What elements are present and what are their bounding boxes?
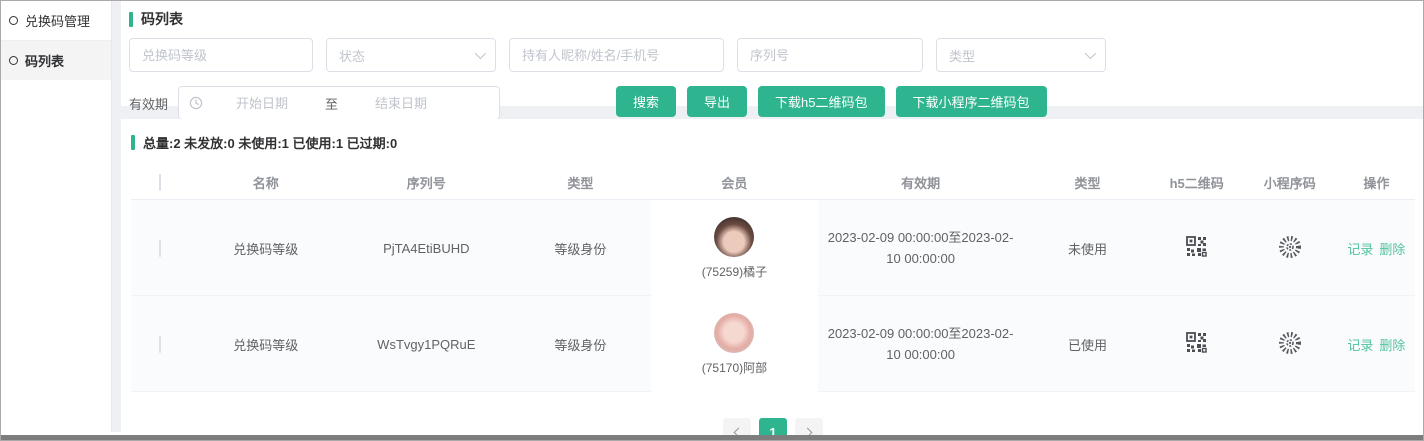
col-header-status: 类型 (1023, 173, 1151, 192)
cell-type: 等级身份 (510, 239, 651, 258)
clock-icon (189, 96, 203, 110)
radio-circle-icon (9, 56, 18, 65)
table-header-row: 名称 序列号 类型 会员 有效期 类型 h5二维码 小程序码 操作 (131, 166, 1415, 200)
col-header-validity: 有效期 (818, 173, 1023, 192)
col-header-actions: 操作 (1338, 173, 1415, 192)
table-card: 总量:2 未发放:0 未使用:1 已使用:1 已过期:0 名称 序列号 类型 会… (121, 119, 1424, 427)
date-range-picker[interactable]: 至 (178, 86, 500, 120)
type-select-placeholder: 类型 (949, 46, 975, 65)
member-avatar (714, 217, 754, 257)
cell-serial: WsTvgy1PQRuE (343, 337, 510, 352)
cell-member: (75170)阿部 (651, 296, 818, 392)
action-buttons: 搜索 导出 下载h5二维码包 下载小程序二维码包 (616, 86, 1047, 117)
validity-label: 有效期 (129, 94, 168, 113)
sidebar-item-code-list[interactable]: 码列表 (1, 41, 111, 80)
summary-accent-bar (131, 135, 135, 150)
cell-validity: 2023-02-09 00:00:00至2023-02-10 00:00:00 (825, 323, 1017, 366)
sidebar: 兑换码管理 码列表 (1, 1, 112, 432)
codes-table: 名称 序列号 类型 会员 有效期 类型 h5二维码 小程序码 操作 兑换码等级 … (131, 166, 1415, 392)
cell-name: 兑换码等级 (189, 239, 343, 258)
delete-link[interactable]: 删除 (1379, 239, 1405, 258)
start-date-input[interactable] (203, 96, 321, 111)
status-select-placeholder: 状态 (339, 46, 365, 65)
qr-code-icon[interactable] (1186, 332, 1207, 356)
download-h5-qr-button[interactable]: 下载h5二维码包 (758, 86, 884, 117)
qr-code-icon[interactable] (1186, 236, 1207, 260)
miniprogram-code-icon[interactable] (1278, 235, 1302, 262)
filter-row-2: 有效期 至 搜索 导出 下载h5二维码包 下载小程序二维码包 (129, 86, 1417, 120)
col-header-type: 类型 (510, 173, 651, 192)
app-window: 兑换码管理 码列表 码列表 状态 类型 有效期 (0, 0, 1424, 441)
chevron-down-icon (475, 48, 486, 59)
search-button[interactable]: 搜索 (616, 86, 676, 117)
summary-row: 总量:2 未发放:0 未使用:1 已使用:1 已过期:0 (131, 133, 1415, 152)
member-avatar (714, 313, 754, 353)
end-date-input[interactable] (342, 96, 460, 111)
cell-serial: PjTA4EtiBUHD (343, 241, 510, 256)
status-select[interactable]: 状态 (326, 38, 496, 72)
select-all-checkbox[interactable] (159, 174, 161, 191)
sidebar-item-label: 码列表 (25, 51, 64, 70)
summary-stats: 总量:2 未发放:0 未使用:1 已使用:1 已过期:0 (143, 133, 397, 152)
range-separator: 至 (321, 94, 342, 113)
table-row: 兑换码等级 PjTA4EtiBUHD 等级身份 (75259)橘子 2023-0… (131, 200, 1415, 296)
export-button[interactable]: 导出 (687, 86, 747, 117)
radio-circle-icon (9, 16, 18, 25)
delete-link[interactable]: 删除 (1379, 335, 1405, 354)
col-header-serial: 序列号 (343, 173, 510, 192)
cell-name: 兑换码等级 (189, 335, 343, 354)
filter-row-1: 状态 类型 (129, 38, 1417, 72)
chevron-down-icon (1085, 48, 1096, 59)
miniprogram-code-icon[interactable] (1278, 331, 1302, 358)
member-name: (75259)橘子 (702, 263, 767, 280)
col-header-name: 名称 (189, 173, 343, 192)
record-link[interactable]: 记录 (1347, 335, 1373, 354)
row-checkbox[interactable] (159, 336, 161, 353)
card-title: 码列表 (129, 9, 1417, 29)
type-select[interactable]: 类型 (936, 38, 1106, 72)
cell-type: 等级身份 (510, 335, 651, 354)
col-header-mini-qr: 小程序码 (1242, 173, 1338, 192)
holder-input[interactable] (509, 38, 724, 72)
cell-validity: 2023-02-09 00:00:00至2023-02-10 00:00:00 (825, 227, 1017, 270)
serial-input[interactable] (737, 38, 923, 72)
page-title: 码列表 (141, 9, 183, 29)
cell-member: (75259)橘子 (651, 200, 818, 296)
title-accent-bar (129, 12, 133, 27)
filter-card: 码列表 状态 类型 有效期 至 (121, 1, 1424, 106)
member-name: (75170)阿部 (702, 359, 767, 376)
sidebar-divider (112, 1, 121, 432)
sidebar-item-label: 兑换码管理 (25, 11, 90, 30)
sidebar-item-code-management[interactable]: 兑换码管理 (1, 1, 111, 41)
download-miniprogram-qr-button[interactable]: 下载小程序二维码包 (896, 86, 1047, 117)
cell-status: 未使用 (1023, 239, 1151, 258)
bottom-scrollbar[interactable] (1, 435, 1423, 440)
record-link[interactable]: 记录 (1347, 239, 1373, 258)
row-checkbox[interactable] (159, 240, 161, 257)
level-input[interactable] (129, 38, 313, 72)
col-header-member: 会员 (651, 173, 818, 192)
table-row: 兑换码等级 WsTvgy1PQRuE 等级身份 (75170)阿部 2023-0… (131, 296, 1415, 392)
col-header-h5-qr: h5二维码 (1152, 173, 1242, 192)
cell-status: 已使用 (1023, 335, 1151, 354)
